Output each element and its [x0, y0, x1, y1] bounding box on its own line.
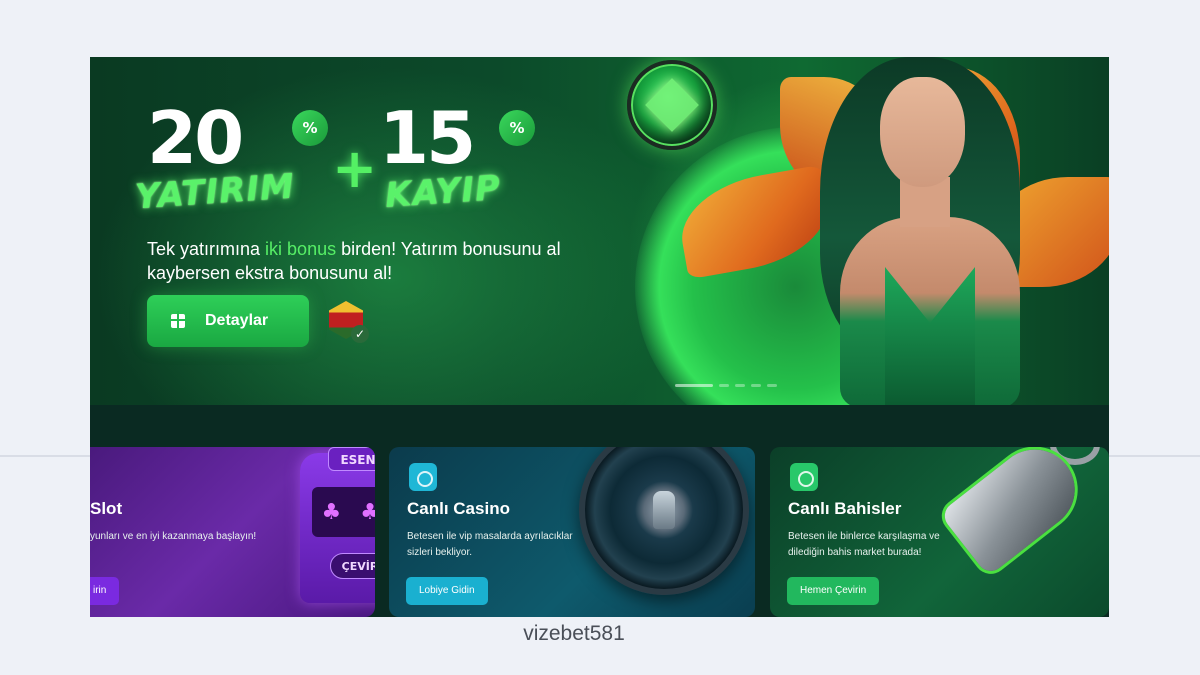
- clover-icon: ♣: [321, 499, 342, 525]
- whistle-icon: [939, 447, 1109, 585]
- carousel-indicators: [675, 384, 777, 387]
- card-description: Betesen ile vip masalarda ayrılacıklar s…: [407, 531, 573, 558]
- verified-check-icon: ✓: [351, 325, 369, 343]
- hero-banner[interactable]: 20 % + 15 % YATIRIM KAYIP Tek yatırımına…: [90, 57, 1109, 405]
- roulette-wheel-icon: [579, 447, 749, 595]
- desc-text-1: Tek yatırımına: [147, 239, 266, 259]
- bonus-number-deposit: 20: [147, 96, 244, 180]
- slot-machine-sign: ESEN: [328, 447, 375, 471]
- carousel-dot-active[interactable]: [675, 384, 713, 387]
- card-title: Canlı Bahisler: [788, 499, 902, 518]
- desc-highlight: iki bonus: [265, 239, 337, 259]
- percent-badge: %: [499, 110, 535, 146]
- category-cards: Slot yunları ve en iyi kazanmaya başlayı…: [90, 405, 1109, 617]
- card-slot[interactable]: Slot yunları ve en iyi kazanmaya başlayı…: [90, 447, 375, 617]
- site-caption: vizebet581: [523, 622, 625, 645]
- slot-machine-icon: ESEN ♣ ♣ ♣ ÇEVİR: [300, 447, 375, 617]
- gift-icon: [171, 311, 185, 328]
- roulette-hub: [653, 491, 675, 529]
- hero-model-image: [790, 57, 1109, 405]
- details-button-label: Detaylar: [205, 312, 269, 329]
- carousel-dot[interactable]: [767, 384, 777, 387]
- slot-machine-body: ESEN ♣ ♣ ♣ ÇEVİR: [300, 447, 375, 603]
- hero-description: Tek yatırımına iki bonus birden! Yatırım…: [147, 237, 587, 285]
- emerald-coin-icon: [627, 60, 717, 150]
- neon-label-loss: KAYIP: [383, 168, 503, 216]
- slot-cta-button[interactable]: irin: [90, 577, 120, 605]
- details-button[interactable]: Detaylar: [147, 295, 309, 347]
- card-title: Canlı Casino: [407, 499, 510, 518]
- carousel-dot[interactable]: [735, 384, 745, 387]
- screenshot-frame: 20 % + 15 % YATIRIM KAYIP Tek yatırımına…: [90, 57, 1109, 617]
- emerald-gem-icon: [645, 78, 699, 132]
- carousel-dot[interactable]: [751, 384, 761, 387]
- slot-reels: ♣ ♣ ♣: [312, 487, 375, 537]
- plus-sign: +: [332, 137, 378, 200]
- bonus-headline: 20 % + 15 %: [147, 96, 567, 200]
- card-live-casino[interactable]: Canlı Casino Betesen ile vip masalarda a…: [389, 447, 755, 617]
- clover-icon: ♣: [360, 499, 375, 525]
- card-title: Slot: [90, 499, 123, 518]
- model-face: [880, 77, 965, 187]
- slot-spin-label: ÇEVİR: [330, 553, 375, 579]
- carousel-dot[interactable]: [719, 384, 729, 387]
- percent-badge: %: [292, 110, 328, 146]
- spin-now-button[interactable]: Hemen Çevirin: [787, 577, 880, 605]
- card-description: yunları ve en iyi kazanmaya başlayın!: [90, 531, 257, 542]
- license-badge-icon[interactable]: ✓: [327, 299, 371, 345]
- sports-icon: [790, 463, 818, 491]
- bonus-number-loss: 15: [379, 96, 476, 180]
- lobby-button[interactable]: Lobiye Gidin: [406, 577, 488, 605]
- casino-chip-icon: [409, 463, 437, 491]
- card-live-betting[interactable]: Canlı Bahisler Betesen ile binlerce karş…: [770, 447, 1109, 617]
- whistle-body: [939, 447, 1091, 577]
